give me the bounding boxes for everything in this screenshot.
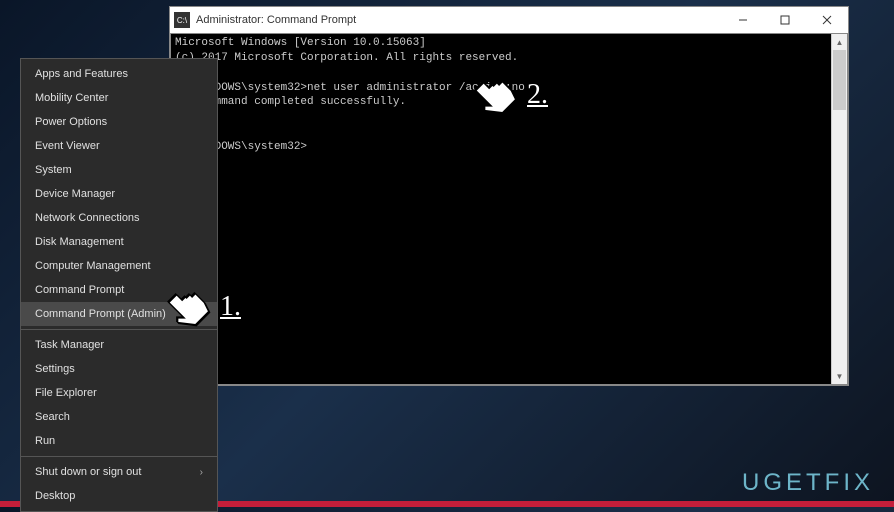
close-button[interactable] — [806, 7, 848, 33]
menu-item-power-options[interactable]: Power Options — [21, 110, 217, 134]
minimize-button[interactable] — [722, 7, 764, 33]
menu-item-label: Computer Management — [35, 260, 151, 272]
menu-separator — [21, 456, 217, 457]
menu-item-apps-and-features[interactable]: Apps and Features — [21, 62, 217, 86]
menu-item-desktop[interactable]: Desktop — [21, 484, 217, 508]
cmd-window: C:\ Administrator: Command Prompt Micros… — [169, 6, 849, 386]
menu-item-label: Power Options — [35, 116, 107, 128]
menu-item-label: Apps and Features — [35, 68, 128, 80]
scrollbar-thumb[interactable] — [833, 50, 846, 110]
pointer-hand-icon — [473, 70, 523, 120]
menu-item-label: Run — [35, 435, 55, 447]
menu-item-label: System — [35, 164, 72, 176]
scroll-up-button[interactable]: ▲ — [832, 34, 847, 50]
menu-item-search[interactable]: Search — [21, 405, 217, 429]
scroll-down-button[interactable]: ▼ — [832, 368, 847, 384]
menu-item-mobility-center[interactable]: Mobility Center — [21, 86, 217, 110]
pointer-hand-icon — [166, 282, 216, 332]
menu-item-label: File Explorer — [35, 387, 97, 399]
menu-item-label: Shut down or sign out — [35, 466, 141, 478]
annotation-1: 1. — [166, 282, 241, 332]
console-line: Microsoft Windows [Version 10.0.15063] — [175, 37, 426, 49]
menu-item-label: Settings — [35, 363, 75, 375]
menu-item-label: Device Manager — [35, 188, 115, 200]
menu-item-device-manager[interactable]: Device Manager — [21, 182, 217, 206]
menu-item-event-viewer[interactable]: Event Viewer — [21, 134, 217, 158]
menu-item-label: Network Connections — [35, 212, 140, 224]
menu-item-task-manager[interactable]: Task Manager — [21, 333, 217, 357]
annotation-number: 2. — [527, 79, 548, 111]
menu-item-disk-management[interactable]: Disk Management — [21, 230, 217, 254]
titlebar[interactable]: C:\ Administrator: Command Prompt — [170, 7, 848, 33]
menu-item-file-explorer[interactable]: File Explorer — [21, 381, 217, 405]
annotation-number: 1. — [220, 291, 241, 323]
menu-item-label: Event Viewer — [35, 140, 100, 152]
maximize-button[interactable] — [764, 7, 806, 33]
window-title: Administrator: Command Prompt — [196, 14, 722, 26]
vertical-scrollbar[interactable]: ▲ ▼ — [831, 34, 847, 384]
menu-item-system[interactable]: System — [21, 158, 217, 182]
menu-item-label: Task Manager — [35, 339, 104, 351]
menu-item-run[interactable]: Run — [21, 429, 217, 453]
cmd-icon: C:\ — [174, 12, 190, 28]
menu-item-network-connections[interactable]: Network Connections — [21, 206, 217, 230]
menu-item-label: Search — [35, 411, 70, 423]
menu-item-label: Desktop — [35, 490, 75, 502]
menu-item-label: Command Prompt (Admin) — [35, 308, 166, 320]
menu-item-label: Mobility Center — [35, 92, 108, 104]
menu-item-label: Command Prompt — [35, 284, 124, 296]
menu-item-label: Disk Management — [35, 236, 124, 248]
menu-item-shut-down-or-sign-out[interactable]: Shut down or sign out › — [21, 460, 217, 484]
menu-item-settings[interactable]: Settings — [21, 357, 217, 381]
window-controls — [722, 7, 848, 33]
console-line: (c) 2017 Microsoft Corporation. All righ… — [175, 52, 518, 64]
annotation-2: 2. — [473, 70, 548, 120]
chevron-right-icon: › — [200, 467, 203, 478]
menu-item-computer-management[interactable]: Computer Management — [21, 254, 217, 278]
watermark: UGETFIX — [742, 469, 874, 497]
